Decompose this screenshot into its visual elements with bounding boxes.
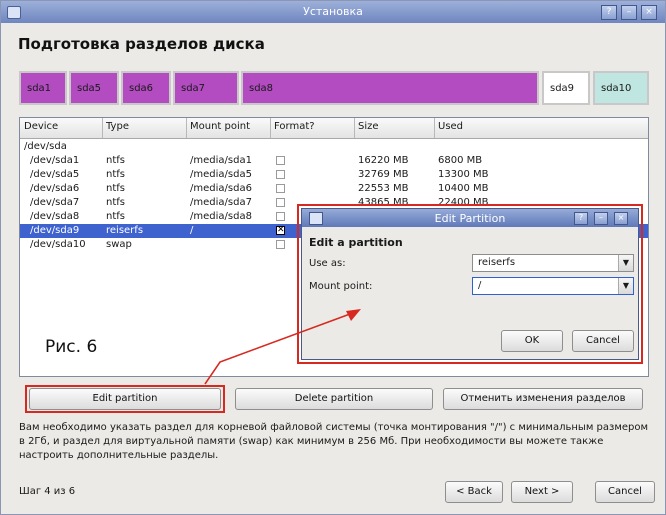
callout-arrow	[204, 309, 361, 385]
